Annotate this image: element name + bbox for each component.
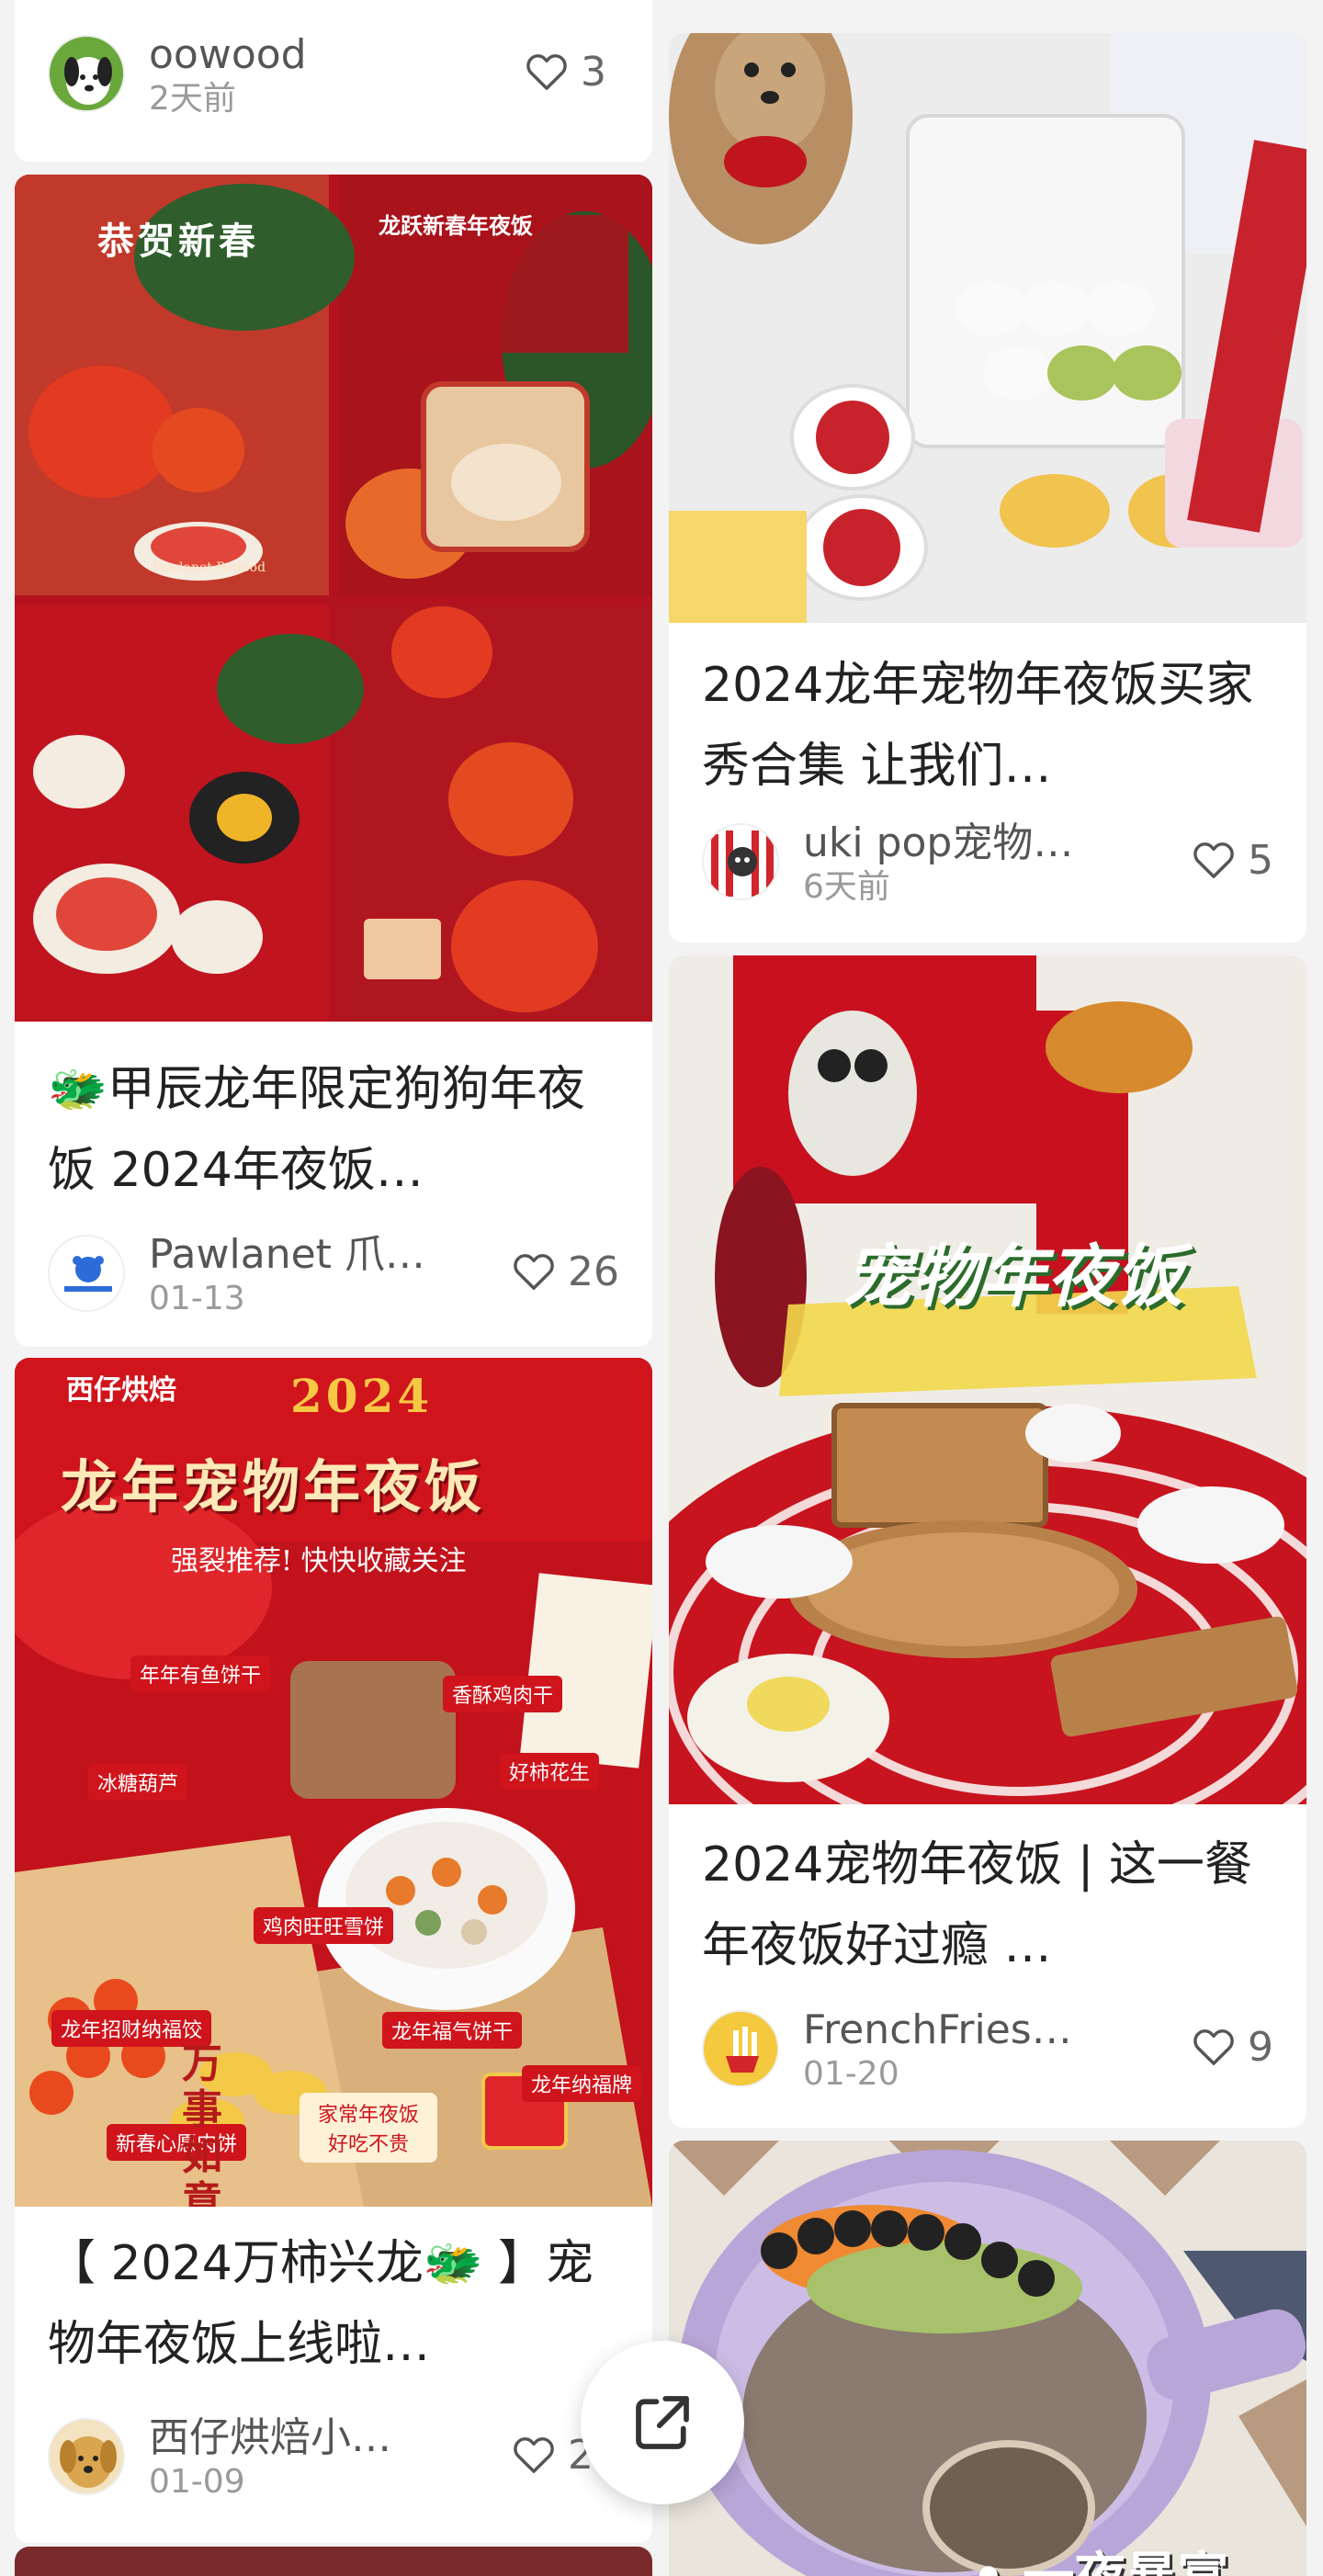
avatar[interactable]: [702, 2010, 779, 2087]
author-name[interactable]: oowood: [149, 31, 307, 79]
author-name[interactable]: Pawlanet 爪…: [149, 1231, 425, 1279]
post-cover-image[interactable]: [669, 33, 1306, 623]
cover-label: 好柿花生: [500, 1753, 600, 1790]
post-cover-image[interactable]: 宠物年夜饭: [669, 955, 1306, 1804]
post-date: 01-13: [149, 1280, 245, 1317]
post-card-pawlanet[interactable]: 恭贺新春 龙跃新春年夜饭 Pawlanet Petfood 🐲甲辰龙年限定狗狗年…: [15, 175, 652, 1347]
avatar[interactable]: [702, 823, 779, 900]
share-icon: [636, 2396, 689, 2449]
like-count: 3: [581, 48, 606, 96]
cover-text: 2024: [290, 1369, 434, 1423]
like-button[interactable]: 3: [526, 46, 606, 97]
post-author-row: FrenchFries一… 01-20 9: [702, 2006, 1273, 2095]
heart-icon: [514, 2437, 554, 2473]
cover-brand: 西仔烘焙: [66, 1374, 176, 1407]
post-cover-image[interactable]: 西仔烘焙 2024 龙年宠物年夜饭 强裂推荐! 快快收藏关注 香酥鸡肉干 年年有…: [15, 1358, 652, 2207]
post-date: 2天前: [149, 80, 236, 118]
avatar[interactable]: [48, 2418, 125, 2495]
heart-icon: [514, 1254, 554, 1290]
avatar[interactable]: [48, 35, 125, 112]
heart-icon: [1193, 2029, 1234, 2065]
post-card-oowood[interactable]: oowood 2天前 3: [15, 0, 652, 162]
post-date: 6天前: [803, 868, 890, 906]
like-button[interactable]: 9: [1193, 2021, 1273, 2073]
author-name[interactable]: 西仔烘焙小…: [149, 2414, 391, 2462]
post-date: 01-09: [149, 2463, 245, 2501]
like-count: 26: [568, 1248, 619, 1295]
post-card-frenchfries[interactable]: 宠物年夜饭 2024宠物年夜饭 | 这一餐年夜饭好过瘾 … FrenchFrie…: [669, 955, 1306, 2128]
post-title[interactable]: 2024龙年宠物年夜饭买家秀合集 让我们…: [702, 645, 1273, 807]
cover-label: 鸡肉旺旺雪饼: [254, 1907, 394, 1944]
cover-label: 家常年夜饭 好吃不贵: [300, 2093, 437, 2163]
cover-label: 年年有鱼饼干: [130, 1655, 271, 1692]
cover-text: 强裂推荐! 快快收藏关注: [171, 1545, 467, 1577]
post-author-row: uki pop宠物… 6天前 5: [702, 819, 1273, 908]
cover-text: 万事如意: [182, 2040, 222, 2208]
cover-label: 冰糖葫芦: [88, 1764, 188, 1801]
post-title[interactable]: 【 2024万柿兴龙🐲 】宠物年夜饭上线啦…: [48, 2223, 619, 2385]
cover-label: 龙年纳福牌: [522, 2065, 642, 2102]
share-button[interactable]: [581, 2341, 744, 2504]
post-author-row: Pawlanet 爪… 01-13 26: [48, 1231, 619, 1319]
avatar[interactable]: [48, 1235, 125, 1312]
post-title[interactable]: 🐲甲辰龙年限定狗狗年夜饭 2024年夜饭…: [48, 1049, 619, 1211]
post-card-peek[interactable]: [15, 2547, 652, 2576]
cover-label: 龙年福气饼干: [382, 2012, 523, 2049]
heart-icon: [1193, 842, 1234, 878]
post-title[interactable]: 2024宠物年夜饭 | 这一餐年夜饭好过瘾 …: [702, 1825, 1273, 1986]
post-card-bottom-right[interactable]: • 一夜暴富: [669, 2141, 1306, 2576]
like-button[interactable]: 5: [1193, 834, 1273, 886]
post-card-xizai[interactable]: 西仔烘焙 2024 龙年宠物年夜饭 强裂推荐! 快快收藏关注 香酥鸡肉干 年年有…: [15, 1358, 652, 2543]
waterfall-feed: oowood 2天前 3 恭贺新春 龙跃新春年夜饭 Pawlanet Petfo…: [0, 0, 1323, 2576]
heart-icon: [526, 54, 567, 90]
cover-label: 香酥鸡肉干: [443, 1676, 563, 1712]
cover-headline: 宠物年夜饭: [843, 1237, 1183, 1316]
post-date: 01-20: [803, 2055, 899, 2093]
author-name[interactable]: uki pop宠物…: [803, 819, 1073, 867]
post-cover-image[interactable]: 恭贺新春 龙跃新春年夜饭 Pawlanet Petfood: [15, 175, 652, 1022]
like-count: 9: [1248, 2023, 1273, 2071]
post-card-ukipop[interactable]: 2024龙年宠物年夜饭买家秀合集 让我们… uki pop宠物… 6天前 5: [669, 33, 1306, 943]
author-name[interactable]: FrenchFries一…: [803, 2006, 1106, 2054]
post-cover-image[interactable]: • 一夜暴富: [669, 2141, 1306, 2576]
cover-text: 恭贺新春: [97, 220, 259, 263]
cover-headline: 龙年宠物年夜饭: [61, 1453, 486, 1520]
cover-text: • 一夜暴富: [972, 2536, 1228, 2576]
post-author-row: 西仔烘焙小… 01-09 22: [48, 2414, 619, 2503]
like-button[interactable]: 26: [513, 1246, 619, 1297]
like-count: 5: [1248, 836, 1273, 884]
post-author-row: oowood 2天前 3: [48, 31, 619, 119]
cover-watermark: Pawlanet Petfood: [153, 560, 266, 575]
cover-text: 龙跃新春年夜饭: [379, 212, 533, 239]
